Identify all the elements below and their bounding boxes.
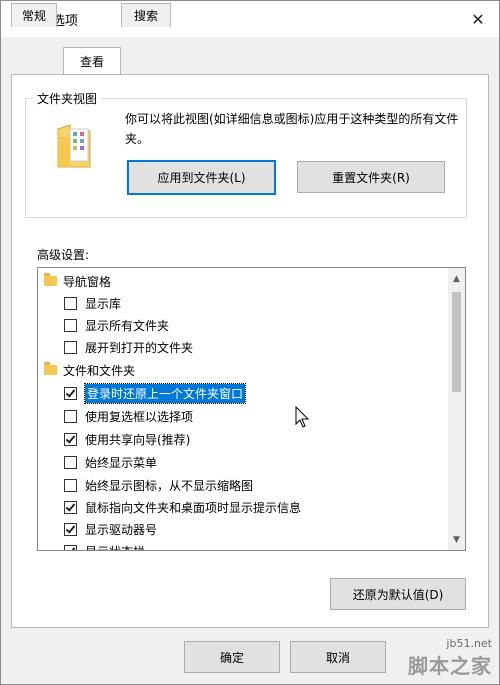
advanced-settings-list[interactable]: 导航窗格 显示库 显示所有文件夹 展开到打开的文件夹 文件和文件夹 登录时还原上… bbox=[37, 267, 466, 551]
folder-options-dialog: 文件夹选项 ✕ 常规 查看 搜索 文件夹视图 你可以将此视图(如详细信息或图标)… bbox=[0, 0, 500, 685]
checkbox[interactable] bbox=[64, 500, 77, 514]
folder-icon bbox=[44, 362, 57, 375]
list-item: 导航窗格 bbox=[44, 270, 111, 292]
checkbox[interactable] bbox=[64, 478, 77, 492]
ok-button[interactable]: 确定 bbox=[184, 641, 280, 673]
scroll-up-icon[interactable]: ▲ bbox=[448, 270, 465, 287]
list-item[interactable]: 显示库 bbox=[64, 292, 121, 314]
checkbox[interactable] bbox=[64, 340, 77, 354]
list-item[interactable]: 鼠标指向文件夹和桌面项时显示提示信息 bbox=[64, 496, 301, 518]
list-item[interactable]: 展开到打开的文件夹 bbox=[64, 336, 193, 358]
list-item[interactable]: 显示状态栏 bbox=[64, 540, 145, 550]
watermark-url: jb51.net bbox=[446, 637, 492, 650]
tab-view[interactable]: 查看 bbox=[63, 47, 121, 74]
mouse-pointer-icon bbox=[295, 406, 310, 428]
cancel-button[interactable]: 取消 bbox=[290, 641, 386, 673]
list-item[interactable]: 显示所有文件夹 bbox=[64, 314, 169, 336]
checkbox[interactable] bbox=[64, 318, 77, 332]
list-item[interactable]: 显示驱动器号 bbox=[64, 518, 157, 540]
list-item[interactable]: 始终显示图标，从不显示缩略图 bbox=[64, 474, 253, 496]
checkbox[interactable] bbox=[64, 386, 77, 400]
checkbox[interactable] bbox=[64, 544, 77, 550]
folder-icon bbox=[44, 273, 57, 286]
apply-to-folders-button[interactable]: 应用到文件夹(L) bbox=[127, 160, 276, 195]
list-item[interactable]: 使用共享向导(推荐) bbox=[64, 428, 190, 450]
checkbox[interactable] bbox=[64, 409, 77, 423]
checkbox[interactable] bbox=[64, 432, 77, 446]
close-button[interactable]: ✕ bbox=[463, 5, 493, 33]
folder-view-icon bbox=[57, 124, 91, 168]
restore-defaults-button[interactable]: 还原为默认值(D) bbox=[330, 578, 466, 610]
folder-views-description: 你可以将此视图(如详细信息或图标)应用于这种类型的所有文件夹。 bbox=[125, 112, 459, 146]
list-item: 文件和文件夹 bbox=[44, 359, 135, 381]
tab-search[interactable]: 搜索 bbox=[121, 3, 171, 27]
folder-views-title: 文件夹视图 bbox=[33, 90, 102, 107]
watermark: jb51.net 脚本之家 bbox=[408, 637, 492, 679]
checkbox[interactable] bbox=[64, 296, 77, 310]
scroll-down-icon[interactable]: ▼ bbox=[448, 531, 465, 548]
reset-folders-button[interactable]: 重置文件夹(R) bbox=[297, 161, 445, 193]
list-item[interactable]: 登录时还原上一个文件夹窗口 bbox=[64, 382, 247, 404]
list-item[interactable]: 始终显示菜单 bbox=[64, 451, 157, 473]
tab-general[interactable]: 常规 bbox=[11, 3, 57, 27]
checkbox[interactable] bbox=[64, 522, 77, 536]
advanced-settings-label: 高级设置: bbox=[37, 248, 90, 262]
scroll-thumb[interactable] bbox=[452, 292, 461, 392]
title-bar: 文件夹选项 ✕ bbox=[1, 1, 499, 37]
list-item[interactable]: 使用复选框以选择项 bbox=[64, 405, 193, 427]
checkbox[interactable] bbox=[64, 455, 77, 469]
watermark-name: 脚本之家 bbox=[408, 654, 492, 678]
vertical-scrollbar[interactable]: ▲ ▼ bbox=[448, 268, 465, 550]
